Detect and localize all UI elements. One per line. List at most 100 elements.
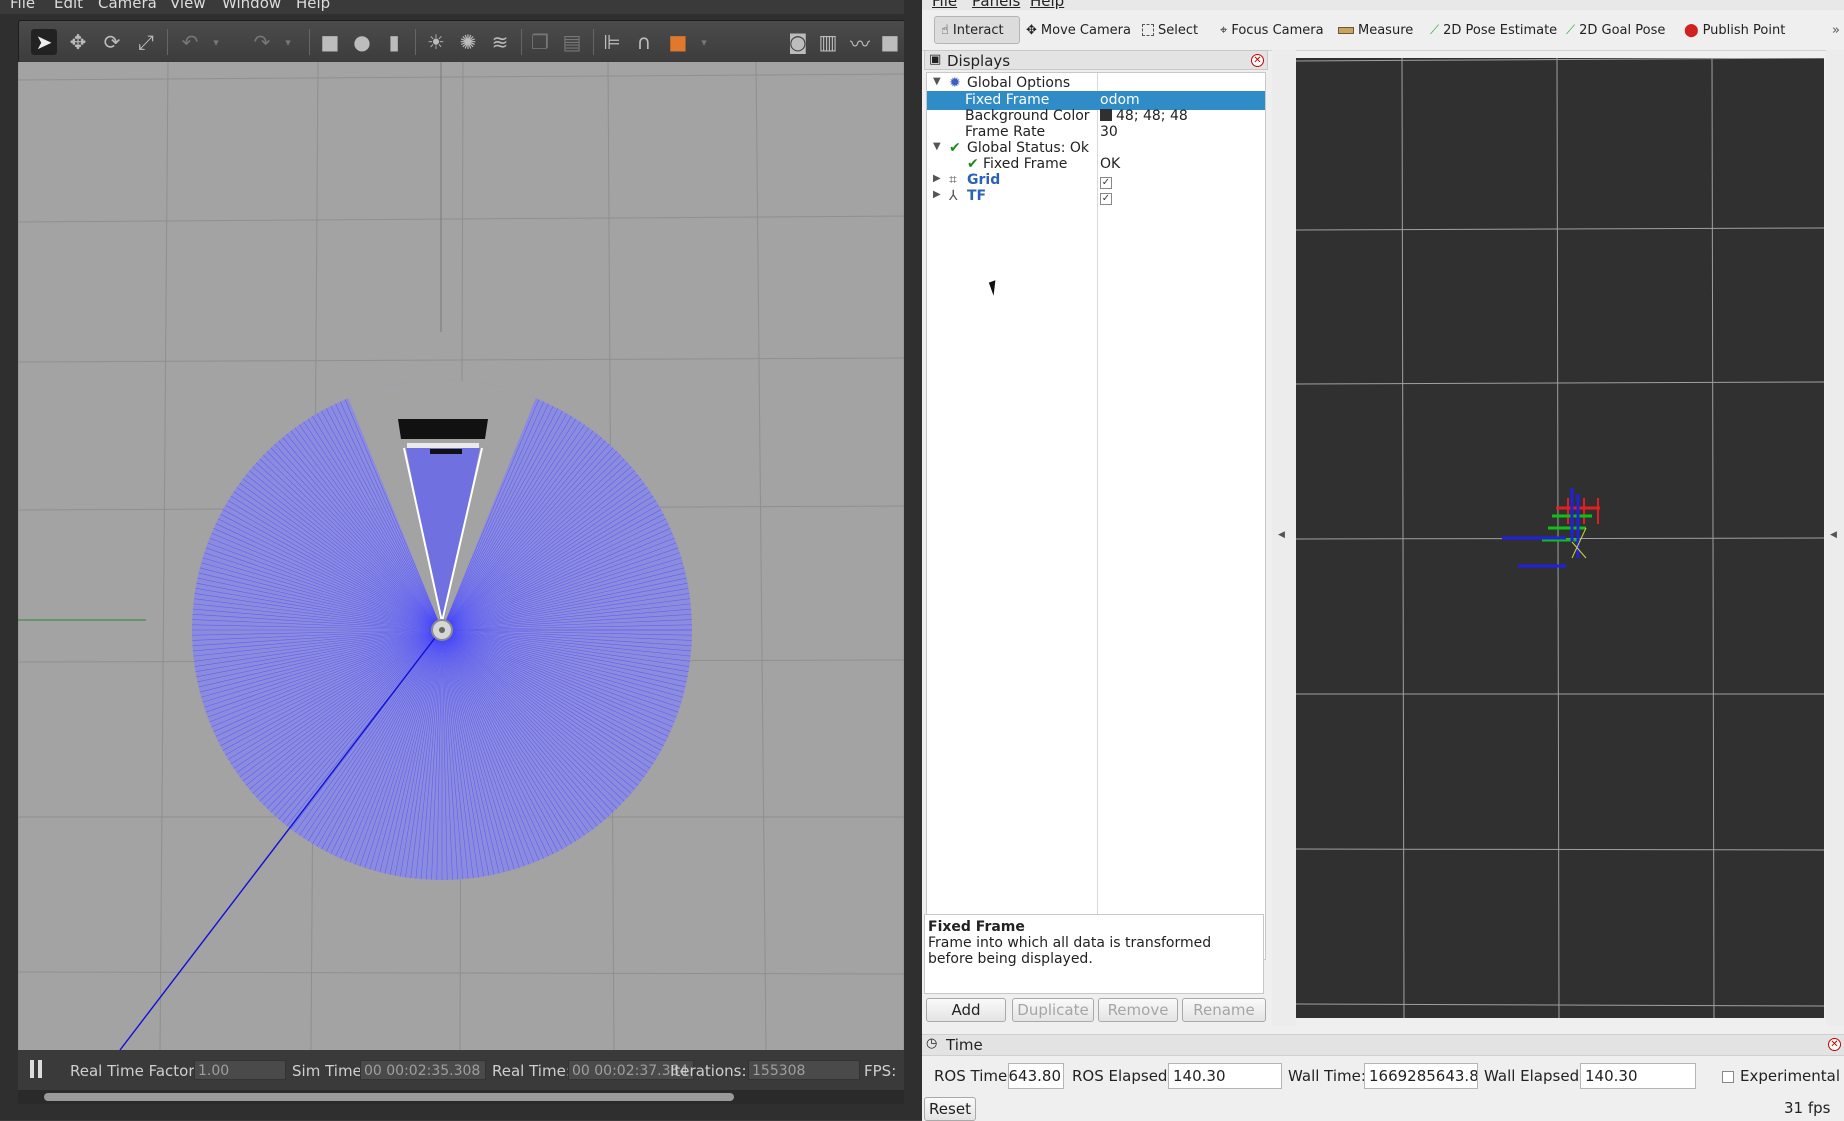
goal-pose-icon: ⟋ [1566, 22, 1576, 38]
ros-time-field[interactable]: 5643.80 [1008, 1063, 1064, 1089]
rviz-menu-file[interactable]: File [932, 0, 957, 10]
experimental-checkbox[interactable] [1722, 1069, 1734, 1087]
rviz-menu-help[interactable]: Help [1030, 0, 1064, 10]
box-shape-icon[interactable]: ■ [317, 29, 343, 55]
clock-icon: ◷ [926, 1036, 938, 1051]
gazebo-menu-file[interactable]: File [10, 0, 35, 12]
tf-enabled-checkbox[interactable]: ✓ [1100, 189, 1112, 205]
video-record-icon[interactable]: ■ [877, 29, 903, 55]
paste-icon[interactable]: ▤ [559, 29, 585, 55]
time-title: Time [946, 1036, 983, 1054]
view-dropdown-icon[interactable]: ▾ [691, 29, 717, 55]
copy-icon[interactable]: ❐ [527, 29, 553, 55]
spot-light-icon[interactable]: ✺ [455, 29, 481, 55]
rviz-toolbar: ☝ Interact ✥ Move Camera Select ⌖ Focus Cam… [922, 10, 1844, 51]
directional-light-icon[interactable]: ≋ [487, 29, 513, 55]
select-tool-button[interactable]: Select [1142, 16, 1198, 44]
move-camera-tool-button[interactable]: ✥ Move Camera [1026, 16, 1131, 44]
collapse-left-icon[interactable]: ◀ [1278, 530, 1285, 540]
close-icon[interactable]: ✕ [1251, 54, 1264, 67]
duplicate-button[interactable]: Duplicate [1012, 998, 1094, 1022]
iterations-value: 155308 [748, 1060, 860, 1080]
gazebo-menu-view[interactable]: View [170, 0, 206, 12]
rviz-menu-panels[interactable]: Panels [972, 0, 1020, 10]
hand-icon: ☝ [941, 22, 949, 38]
collapse-right-icon[interactable]: ◀ [1830, 530, 1837, 540]
interact-tool-button[interactable]: ☝ Interact [934, 16, 1020, 44]
redo-dropdown-icon[interactable]: ▾ [275, 29, 301, 55]
collapse-arrow-icon[interactable]: ▼ [933, 76, 941, 87]
select-mode-icon[interactable]: ➤ [31, 29, 57, 55]
remove-button[interactable]: Remove [1098, 998, 1178, 1022]
time-panel: ◷ Time ✕ ROS Time: 5643.80 ROS Elapsed: … [922, 1034, 1844, 1121]
change-view-icon[interactable]: ■ [665, 29, 691, 55]
snap-icon[interactable]: ∩ [631, 29, 657, 55]
undo-icon[interactable]: ↶ [177, 29, 203, 55]
global-status-label: Global Status: Ok [967, 140, 1090, 156]
color-swatch[interactable] [1100, 109, 1112, 121]
rviz-scene [1296, 58, 1824, 1018]
rename-button[interactable]: Rename [1182, 998, 1266, 1022]
frame-rate-label: Frame Rate [965, 124, 1046, 140]
ros-elapsed-field[interactable]: 140.30 [1168, 1063, 1282, 1089]
publish-point-label: Publish Point [1702, 22, 1786, 38]
gazebo-3d-viewport[interactable] [18, 62, 904, 1050]
scale-mode-icon[interactable]: ⤢ [133, 29, 159, 55]
goal-pose-tool-button[interactable]: ⟋ 2D Goal Pose [1566, 16, 1665, 44]
global-options-label: Global Options [967, 75, 1071, 91]
collapse-arrow-icon[interactable]: ▼ [933, 141, 941, 152]
displays-panel-header: ▣ Displays ✕ [924, 50, 1268, 70]
translate-mode-icon[interactable]: ✥ [65, 29, 91, 55]
expand-arrow-icon[interactable]: ▶ [933, 189, 941, 200]
wall-elapsed-label: Wall Elapsed: [1484, 1067, 1585, 1085]
time-panel-header: ◷ Time ✕ [922, 1035, 1844, 1056]
cylinder-shape-icon[interactable]: ▮ [381, 29, 407, 55]
fixed-frame-value[interactable]: odom [1100, 92, 1140, 108]
rotate-mode-icon[interactable]: ⟳ [99, 29, 125, 55]
map-pin-icon: ⬤ [1684, 22, 1699, 38]
frame-rate-value[interactable]: 30 [1100, 124, 1118, 140]
close-icon[interactable]: ✕ [1828, 1038, 1841, 1051]
redo-icon[interactable]: ↷ [249, 29, 275, 55]
mouse-cursor [988, 280, 1001, 296]
checkmark-icon: ✔ [949, 140, 961, 156]
gazebo-menu-edit[interactable]: Edit [54, 0, 83, 12]
checkmark-icon: ✔ [967, 156, 979, 172]
screenshot-icon[interactable]: ◙ [785, 29, 811, 55]
log-icon[interactable]: ▥ [815, 29, 841, 55]
wall-elapsed-field[interactable]: 140.30 [1580, 1063, 1696, 1089]
add-button[interactable]: Add [926, 998, 1006, 1022]
experimental-label: Experimental [1740, 1067, 1841, 1085]
sphere-shape-icon[interactable]: ● [349, 29, 375, 55]
pose-estimate-tool-button[interactable]: ⟋ 2D Pose Estimate [1430, 16, 1557, 44]
reset-button[interactable]: Reset [924, 1097, 976, 1121]
displays-title: Displays [947, 52, 1011, 70]
gazebo-menu-help[interactable]: Help [296, 0, 330, 12]
rviz-render-view[interactable] [1296, 58, 1824, 1018]
gazebo-horizontal-scrollbar[interactable] [18, 1090, 904, 1104]
expand-arrow-icon[interactable]: ▶ [933, 173, 941, 184]
pause-icon[interactable] [30, 1060, 44, 1080]
align-icon[interactable]: ⊫ [599, 29, 625, 55]
window-splitter[interactable] [904, 0, 922, 1120]
ros-elapsed-label: ROS Elapsed: [1072, 1067, 1173, 1085]
background-color-field[interactable]: 48; 48; 48 [1100, 108, 1188, 124]
point-light-icon[interactable]: ☀ [423, 29, 449, 55]
toolbar-overflow-icon[interactable]: » [1832, 16, 1840, 44]
wall-time-field[interactable]: 1669285643.83 [1364, 1063, 1478, 1089]
focus-camera-tool-button[interactable]: ⌖ Focus Camera [1220, 16, 1324, 44]
plot-icon[interactable]: 〰 [847, 29, 873, 56]
gazebo-menu-window[interactable]: Window [222, 0, 281, 12]
fps-label: FPS: [864, 1062, 897, 1080]
help-title: Fixed Frame [928, 919, 1025, 935]
tree-row-tf[interactable]: ▶ ⅄ TF ✓ [927, 187, 1265, 206]
background-color-value: 48; 48; 48 [1116, 108, 1188, 124]
gazebo-menu-camera[interactable]: Camera [98, 0, 157, 12]
left-dock-handle[interactable]: ◀ [1272, 50, 1296, 1026]
measure-tool-button[interactable]: Measure [1338, 16, 1413, 44]
publish-point-tool-button[interactable]: ⬤ Publish Point [1684, 16, 1785, 44]
scrollbar-thumb[interactable] [44, 1093, 734, 1101]
right-dock-handle[interactable]: ◀ [1826, 50, 1844, 1026]
globe-icon: ✹ [949, 75, 961, 91]
undo-dropdown-icon[interactable]: ▾ [203, 29, 229, 55]
